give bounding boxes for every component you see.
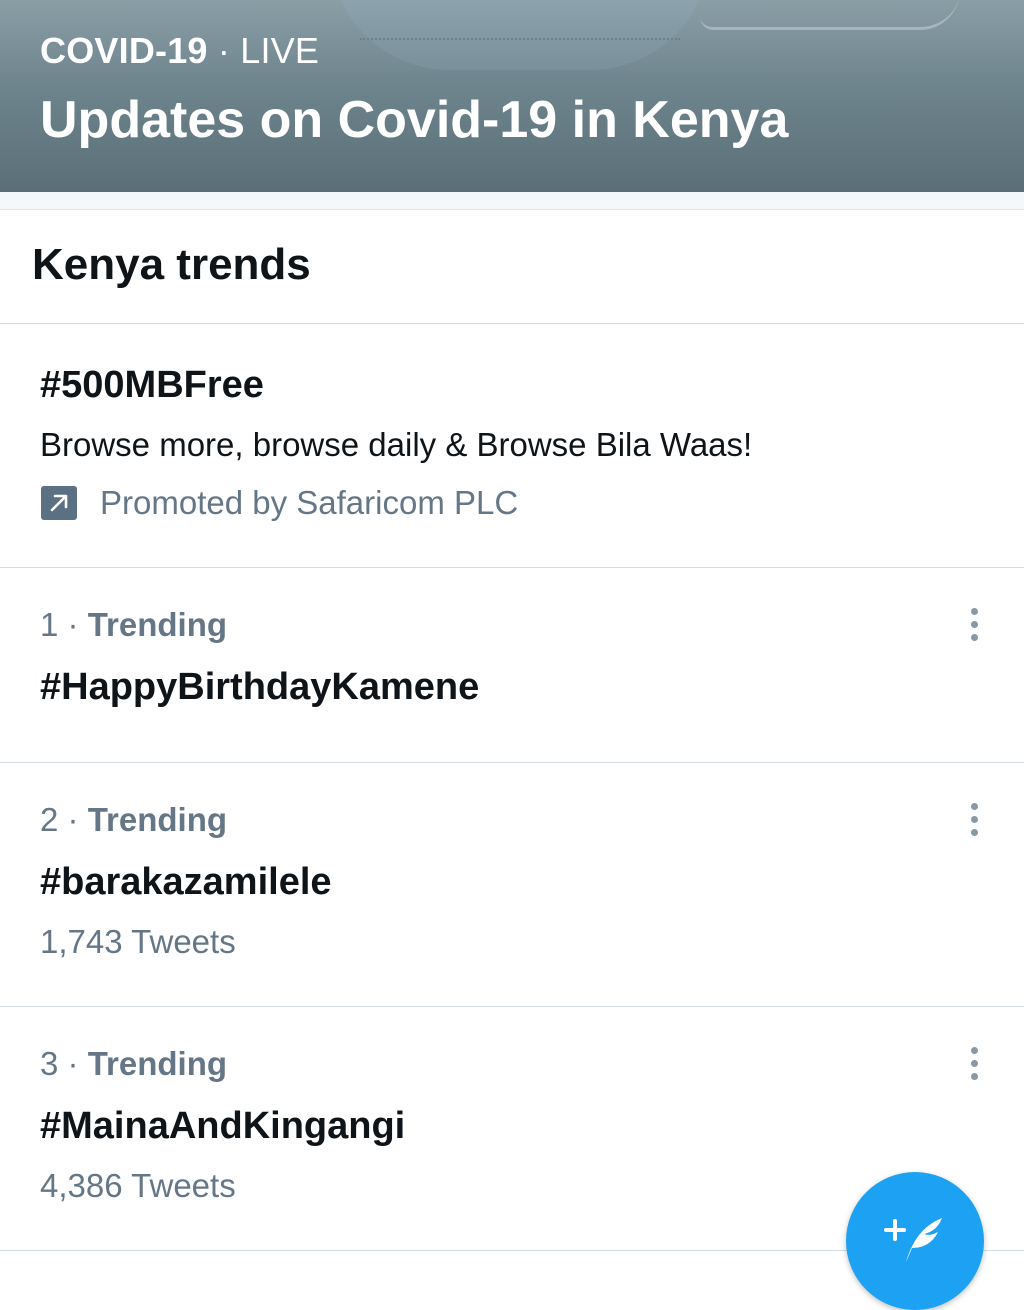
trend-tweet-count: 1,743 Tweets [40,923,236,960]
trend-meta: 1 · Trending [40,606,227,644]
promoted-hashtag: #500MBFree [40,364,264,406]
compose-tweet-button[interactable] [846,1172,984,1310]
trend-meta: 3 · Trending [40,1045,227,1083]
trend-rank: 1 [40,606,59,643]
trend-label: Trending [87,606,228,643]
trend-label: Trending [87,801,228,838]
trend-item[interactable]: 1 · Trending #HappyBirthdayKamene [0,568,1024,763]
more-options-icon[interactable] [962,803,986,843]
trend-name: #HappyBirthdayKamene [40,666,480,708]
trend-separator: · [67,606,79,643]
more-options-icon[interactable] [962,1047,986,1087]
trend-label: Trending [87,1045,228,1082]
trend-separator: · [67,801,79,838]
compose-tweet-icon [884,1218,942,1262]
live-event-title: Updates on Covid-19 in Kenya [40,91,789,149]
promoted-description: Browse more, browse daily & Browse Bila … [40,426,753,463]
more-options-icon[interactable] [962,608,986,648]
trend-rank: 3 [40,1045,59,1082]
face-mask-image [330,0,710,70]
trends-section-title: Kenya trends [32,240,311,289]
live-event-banner[interactable]: COVID-19 · LIVE Updates on Covid-19 in K… [0,0,1024,192]
live-event-category: COVID-19 [40,30,208,71]
trend-name: #barakazamilele [40,861,332,903]
promoted-arrow-icon [41,486,77,520]
trend-name: #MainaAndKingangi [40,1105,406,1147]
trend-meta: 2 · Trending [40,801,227,839]
live-event-meta: COVID-19 · LIVE [40,30,319,72]
trend-separator: · [67,1045,79,1082]
mask-strap-image [700,0,960,30]
section-divider [0,192,1024,210]
promoted-trend[interactable]: #500MBFree Browse more, browse daily & B… [0,324,1024,568]
live-event-separator: · [217,30,231,71]
trend-tweet-count: 4,386 Tweets [40,1167,236,1204]
trend-rank: 2 [40,801,59,838]
trend-item[interactable]: 2 · Trending #barakazamilele 1,743 Tweet… [0,763,1024,1007]
promoted-by-label: Promoted by Safaricom PLC [100,484,519,521]
live-event-status: LIVE [240,30,320,71]
